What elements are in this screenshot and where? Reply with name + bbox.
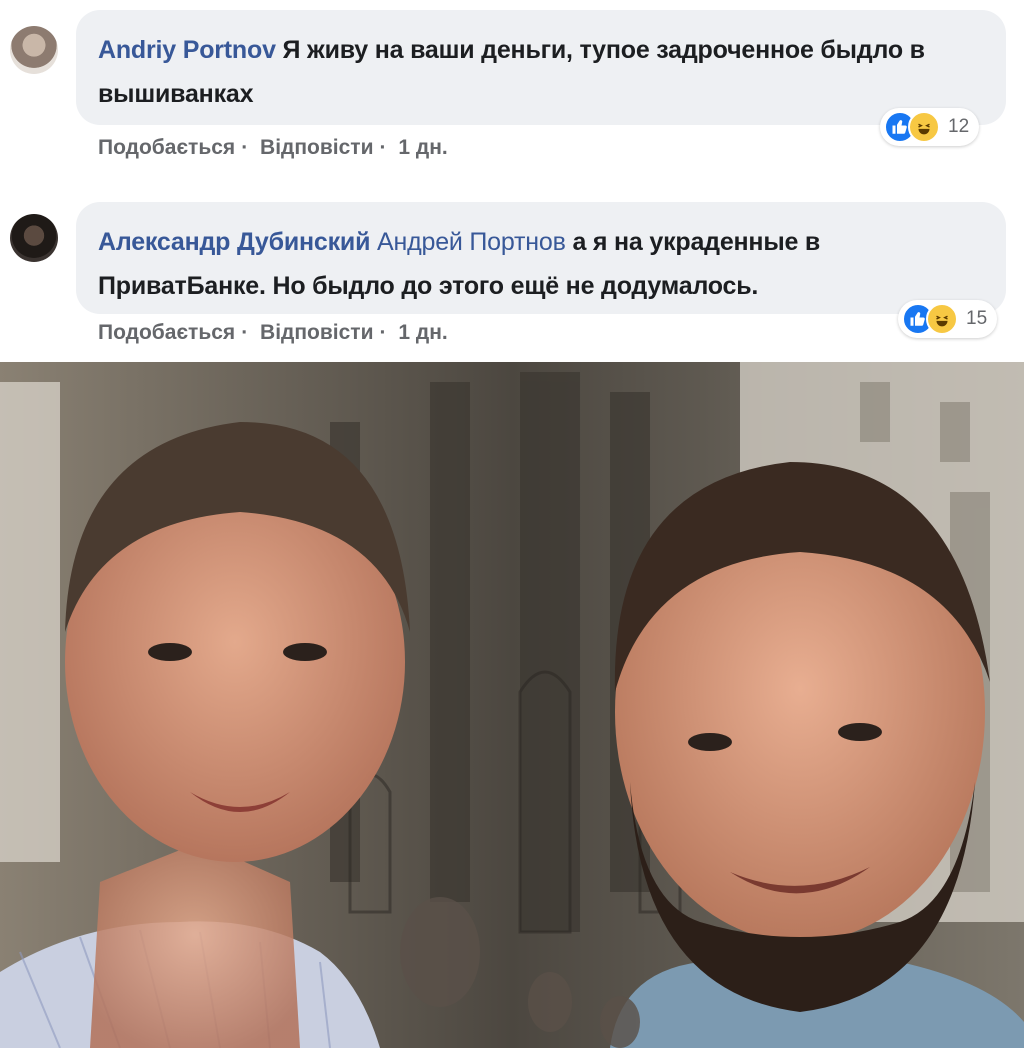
comment-author[interactable]: Andriy Portnov bbox=[98, 36, 276, 64]
reply-link[interactable]: Відповісти bbox=[260, 321, 373, 344]
comment-time[interactable]: 1 дн. bbox=[398, 321, 447, 344]
comment-bubble: Александр Дубинский Андрей Портнов а я н… bbox=[76, 202, 1006, 314]
like-link[interactable]: Подобається bbox=[98, 321, 235, 344]
reaction-count: 15 bbox=[966, 308, 988, 329]
comment-actions: Подобається · Відповісти · 1 дн. bbox=[98, 136, 448, 159]
comment: Andriy Portnov Я живу на ваши деньги, ту… bbox=[0, 0, 1024, 175]
reaction-count: 12 bbox=[948, 116, 970, 137]
reactions-summary[interactable]: 15 bbox=[898, 300, 998, 338]
comment-text-block: Andriy Portnov Я живу на ваши деньги, ту… bbox=[98, 28, 984, 116]
comment-actions: Подобається · Відповісти · 1 дн. bbox=[98, 321, 448, 344]
comment-bubble: Andriy Portnov Я живу на ваши деньги, ту… bbox=[76, 10, 1006, 125]
like-link[interactable]: Подобається bbox=[98, 136, 235, 159]
haha-reaction-icon bbox=[908, 111, 940, 143]
comment-author[interactable]: Александр Дубинский bbox=[98, 228, 370, 256]
reactions-summary[interactable]: 12 bbox=[880, 108, 980, 146]
comment: Александр Дубинский Андрей Портнов а я н… bbox=[0, 190, 1024, 362]
selfie-photo-illustration bbox=[0, 362, 1024, 1048]
comments-section: Andriy Portnov Я живу на ваши деньги, ту… bbox=[0, 0, 1024, 362]
comment-time[interactable]: 1 дн. bbox=[398, 136, 447, 159]
avatar[interactable] bbox=[10, 26, 58, 74]
comment-mention[interactable]: Андрей Портнов bbox=[377, 228, 566, 256]
reply-link[interactable]: Відповісти bbox=[260, 136, 373, 159]
haha-reaction-icon bbox=[926, 303, 958, 335]
selfie-photo bbox=[0, 362, 1024, 1048]
comment-text-block: Александр Дубинский Андрей Портнов а я н… bbox=[98, 220, 984, 308]
avatar[interactable] bbox=[10, 214, 58, 262]
